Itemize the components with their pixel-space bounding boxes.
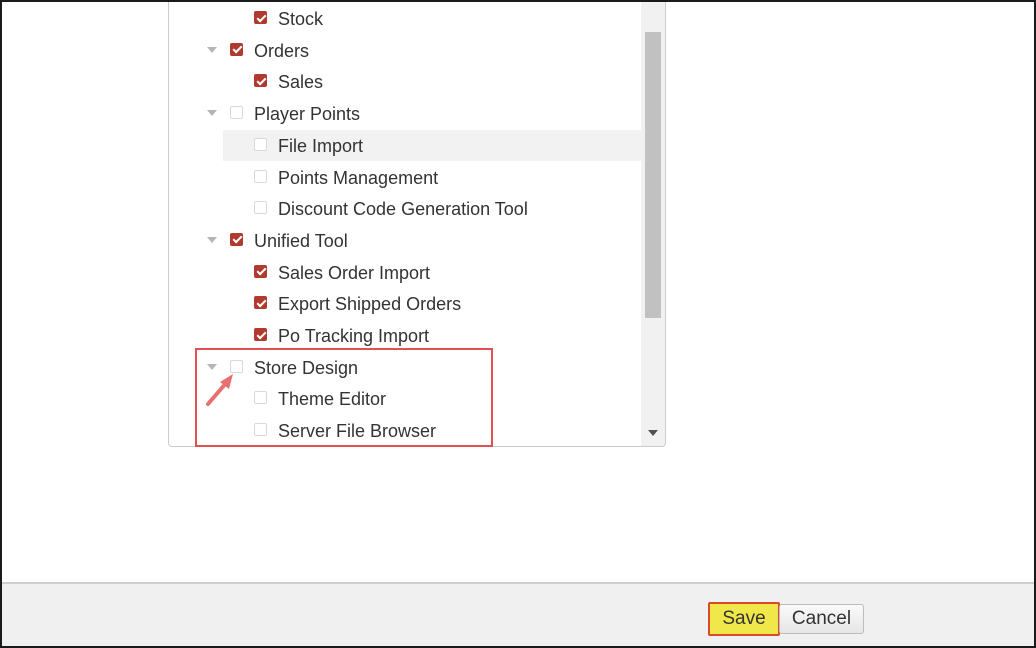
tree-item-label: Player Points [254,104,361,125]
tree-checkbox[interactable] [254,296,267,310]
tree-row[interactable]: Stock [169,3,641,34]
expand-caret-icon[interactable] [207,110,217,117]
scroll-down-arrow-icon[interactable] [648,430,658,436]
tree-item-label: Points Management [278,167,439,188]
tree-row[interactable]: Export Shipped Orders [169,288,641,319]
tree-checkbox[interactable] [254,264,267,278]
tree-item-label: Export Shipped Orders [278,294,462,315]
expand-caret-icon[interactable] [207,46,217,53]
tree-checkbox[interactable] [254,169,267,183]
tree-checkbox[interactable] [254,11,267,24]
tree-row[interactable]: Discount Code Generation Tool [169,193,641,224]
tree-item-label: Sales Order Import [278,262,431,283]
tree-checkbox[interactable] [254,74,267,88]
tree-checkbox[interactable] [254,201,267,215]
tree-row[interactable]: Orders [169,35,641,66]
tree-row[interactable]: Player Points [169,98,641,129]
tree-checkbox[interactable] [254,328,267,341]
tree-item-label: Unified Tool [254,230,348,251]
tree-item-label: Po Tracking Import [278,326,430,346]
tree-checkbox[interactable] [230,42,243,56]
tree-checkbox[interactable] [230,106,243,120]
tree-scrollbar[interactable] [641,2,665,446]
tree-item-label: File Import [278,135,364,156]
tree-row[interactable]: Points Management [169,162,641,193]
dialog-footer: Save Cancel [2,582,1034,646]
tree-row[interactable]: File Import [169,129,641,161]
dialog-frame: Stock Orders Sales Player Points File Import… [0,0,1036,648]
tree-item-label: Stock [278,9,324,29]
expand-caret-icon[interactable] [207,236,217,243]
tree-item-label: Sales [278,72,324,93]
annotation-arrow-icon [206,374,233,406]
tree-item-label: Orders [254,40,310,61]
tree-row[interactable]: Sales Order Import [169,257,641,288]
tree-row[interactable]: Po Tracking Import [169,320,641,351]
tree-row[interactable]: Sales [169,66,641,97]
tree-checkbox[interactable] [230,232,243,246]
tree-checkbox[interactable] [254,137,267,151]
save-button[interactable]: Save [708,602,780,636]
cancel-button[interactable]: Cancel [779,604,864,634]
tree-row[interactable]: Unified Tool [169,225,641,256]
tree-item-label: Discount Code Generation Tool [278,199,528,220]
scrollbar-thumb[interactable] [645,32,661,318]
